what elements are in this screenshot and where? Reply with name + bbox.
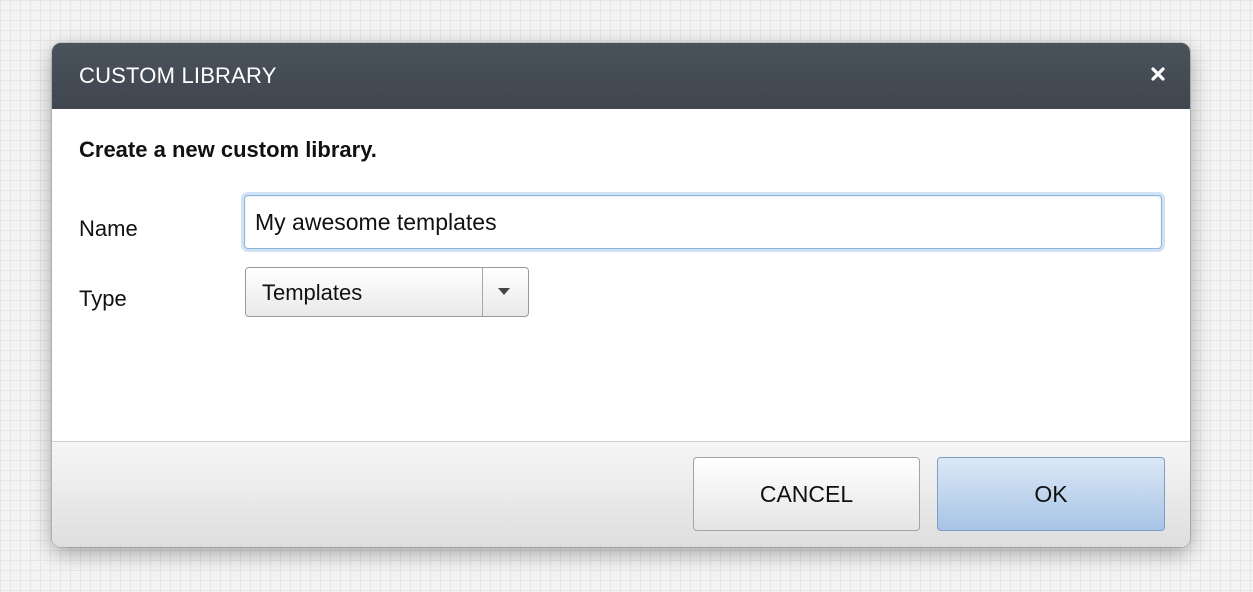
select-divider: [482, 268, 483, 316]
dialog-footer: CANCEL OK: [52, 441, 1190, 547]
dialog-body: Create a new custom library. Name Type T…: [52, 109, 1190, 441]
cancel-button[interactable]: CANCEL: [693, 457, 920, 531]
dialog-heading: Create a new custom library.: [79, 137, 377, 162]
dialog-title: CUSTOM LIBRARY: [79, 63, 277, 88]
type-select-value: Templates: [262, 280, 363, 305]
name-label: Name: [79, 216, 138, 241]
close-icon[interactable]: [1148, 64, 1168, 84]
type-select[interactable]: Templates: [245, 267, 529, 317]
custom-library-dialog: CUSTOM LIBRARY Create a new custom libra…: [52, 43, 1190, 547]
ok-button[interactable]: OK: [937, 457, 1165, 531]
name-input[interactable]: [244, 195, 1162, 249]
dialog-titlebar: CUSTOM LIBRARY: [52, 43, 1190, 109]
type-label: Type: [79, 286, 127, 311]
chevron-down-icon[interactable]: [498, 288, 510, 295]
